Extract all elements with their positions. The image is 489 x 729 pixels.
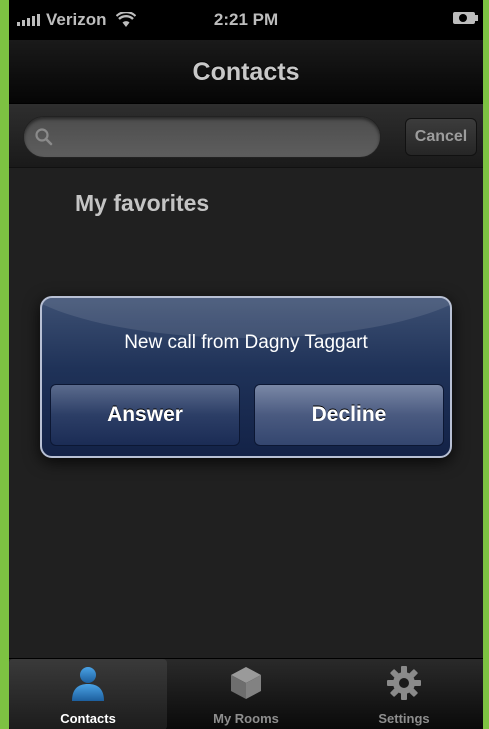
page-title: Contacts: [192, 58, 300, 86]
gear-icon: [387, 666, 421, 700]
tab-label-settings: Settings: [378, 711, 430, 726]
search-field[interactable]: [23, 116, 381, 158]
tab-settings[interactable]: Settings: [325, 659, 483, 729]
contacts-icon: [72, 667, 104, 701]
tab-my-rooms[interactable]: My Rooms: [167, 659, 325, 729]
alert-message: New call from Dagny Taggart: [124, 332, 368, 353]
cube-icon: [231, 667, 261, 699]
decline-button[interactable]: Decline: [254, 384, 444, 446]
navigation-bar: Contacts: [9, 40, 483, 104]
status-time: 2:21 PM: [213, 10, 279, 29]
incoming-call-alert: New call from Dagny Taggart Answer Decli…: [40, 296, 452, 458]
search-icon: [35, 128, 53, 146]
cancel-button[interactable]: Cancel: [405, 118, 477, 156]
tab-label-my-rooms: My Rooms: [213, 711, 279, 726]
battery-icon: [453, 12, 478, 24]
tab-contacts[interactable]: Contacts: [9, 659, 167, 729]
tab-label-contacts: Contacts: [60, 711, 116, 726]
search-input[interactable]: [60, 125, 360, 151]
favorites-section-header: My favorites: [75, 190, 210, 216]
tab-bar: Contacts My Rooms Settings: [9, 658, 483, 729]
answer-button[interactable]: Answer: [50, 384, 240, 446]
search-bar: Cancel: [9, 104, 483, 168]
status-bar: Verizon 2:21 PM: [9, 0, 483, 40]
